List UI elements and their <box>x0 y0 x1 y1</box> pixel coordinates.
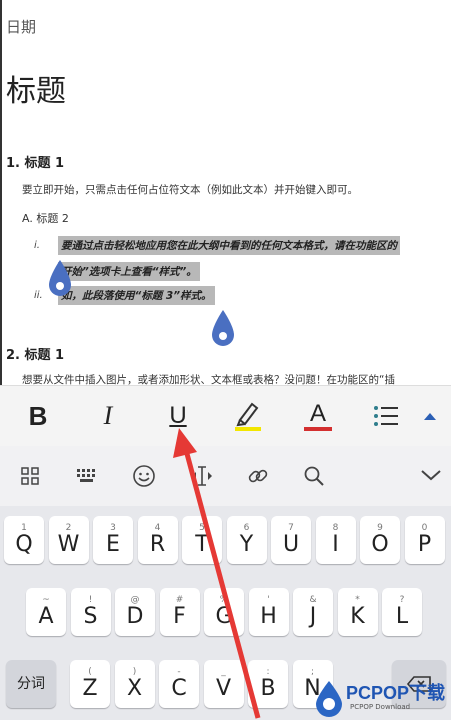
key-letter: B <box>260 676 276 701</box>
key-y[interactable]: 6Y <box>226 516 267 564</box>
key-letter: H <box>260 604 277 629</box>
underline-icon: U <box>169 402 187 429</box>
key-k[interactable]: * K <box>337 588 378 636</box>
selected-text-line-3[interactable]: 如，此段落使用“标题 3”样式。 <box>58 286 215 305</box>
key-u[interactable]: 7U <box>271 516 311 564</box>
key-letter: V <box>215 676 232 701</box>
key-letter: U <box>282 532 300 557</box>
key-x[interactable]: ) X <box>114 660 155 708</box>
format-toolbar: B I U A <box>0 385 451 446</box>
key-v[interactable]: _ V <box>203 660 244 708</box>
selection-start-handle-icon[interactable] <box>46 258 74 300</box>
document-title[interactable]: 标题 <box>6 66 66 110</box>
keyboard-function-bar <box>0 446 451 506</box>
watermark-domain: PCPOP Download <box>350 703 411 711</box>
key-g[interactable]: % G <box>204 588 244 636</box>
key-f[interactable]: # F <box>159 588 200 636</box>
key-b[interactable]: :B <box>248 660 288 708</box>
key-c[interactable]: -C <box>159 660 199 708</box>
expand-toolbar-button[interactable] <box>412 396 448 436</box>
roman-numeral-ii: ii. <box>34 290 43 301</box>
watermark-brand: PCPOP下载 <box>346 683 446 703</box>
collapse-icon[interactable] <box>420 468 442 482</box>
font-color-button[interactable]: A <box>298 396 338 436</box>
selected-text-line-2[interactable]: 开始”选项卡上查看“样式”。 <box>58 262 200 281</box>
key-letter: P <box>417 532 432 557</box>
bold-button[interactable]: B <box>18 396 58 436</box>
key-o[interactable]: 9O <box>360 516 400 564</box>
key-letter: W <box>57 532 80 557</box>
italic-button[interactable]: I <box>88 396 128 436</box>
italic-icon: I <box>103 401 113 430</box>
key-letter: T <box>195 532 209 557</box>
key-r[interactable]: 4R <box>137 516 178 564</box>
highlighter-icon <box>235 402 261 431</box>
key-letter: K <box>350 604 365 629</box>
list-icon <box>374 406 398 426</box>
key-a[interactable]: ~ A <box>26 588 66 636</box>
key-letter: Y <box>239 532 254 557</box>
key-letter: D <box>126 604 144 629</box>
key-z[interactable]: (Z <box>70 660 110 708</box>
search-icon[interactable] <box>302 464 326 488</box>
watermark: PCPOP下载 PCPOP Download <box>312 675 451 720</box>
expand-up-icon <box>424 413 436 420</box>
key-letter: Z <box>82 676 98 701</box>
key-letter: J <box>309 604 317 629</box>
heading-2[interactable]: A. 标题 2 <box>22 210 69 226</box>
keyboard-icon[interactable] <box>76 468 98 484</box>
key-d[interactable]: @ D <box>115 588 155 636</box>
key-j[interactable]: & J <box>293 588 333 636</box>
link-icon[interactable] <box>246 464 270 488</box>
selection-end-handle-icon[interactable] <box>209 308 237 350</box>
key-letter: F <box>173 604 186 629</box>
key-letter: L <box>395 604 409 629</box>
key-letter: X <box>126 676 143 701</box>
key-h[interactable]: ' H <box>248 588 289 636</box>
key-letter: C <box>171 676 187 701</box>
grid-icon[interactable] <box>20 466 40 486</box>
paragraph-2[interactable]: 想要从文件中插入图片，或者添加形状、文本框或表格？没问题！在功能区的“插 <box>22 372 395 385</box>
key-letter: I <box>332 532 339 557</box>
key-s[interactable]: ! S <box>70 588 111 636</box>
key-p[interactable]: 0P <box>404 516 445 564</box>
paragraph-1[interactable]: 要立即开始，只需点击任何占位符文本（例如此文本）并开始键入即可。 <box>22 182 358 197</box>
key-i[interactable]: 8I <box>315 516 356 564</box>
key-letter: G <box>215 604 233 629</box>
key-q[interactable]: 1Q <box>4 516 44 564</box>
key-letter: E <box>106 532 120 557</box>
key-letter: S <box>83 604 98 629</box>
heading-1-first[interactable]: 1. 标题 1 <box>6 152 64 171</box>
highlight-button[interactable] <box>228 396 268 436</box>
key-e[interactable]: 3E <box>93 516 133 564</box>
font-color-icon: A <box>309 400 326 427</box>
font-color-swatch <box>304 427 332 431</box>
pcpop-logo-icon <box>316 681 342 717</box>
underline-button[interactable]: U <box>158 396 198 436</box>
key-w[interactable]: 2W <box>48 516 89 564</box>
key-letter: A <box>38 604 54 629</box>
emoji-icon[interactable] <box>132 464 156 488</box>
key-t[interactable]: 5T <box>182 516 222 564</box>
segment-key[interactable]: 分词 <box>6 660 56 708</box>
page-edge <box>0 0 2 385</box>
list-button[interactable] <box>366 396 406 436</box>
key-letter: Q <box>15 532 33 557</box>
key-letter: R <box>149 532 166 557</box>
heading-1-second[interactable]: 2. 标题 1 <box>6 344 64 363</box>
key-l[interactable]: ? L <box>382 588 422 636</box>
date-label[interactable]: 日期 <box>6 16 36 37</box>
cursor-move-icon[interactable] <box>188 464 216 488</box>
bold-icon: B <box>28 400 48 431</box>
roman-numeral-i: i. <box>34 240 40 251</box>
key-letter: O <box>371 532 389 557</box>
document-canvas[interactable]: 日期 标题 1. 标题 1 要立即开始，只需点击任何占位符文本（例如此文本）并开… <box>0 0 451 385</box>
selected-text-line-1[interactable]: 要通过点击轻松地应用您在此大纲中看到的任何文本格式，请在功能区的 <box>58 236 400 255</box>
